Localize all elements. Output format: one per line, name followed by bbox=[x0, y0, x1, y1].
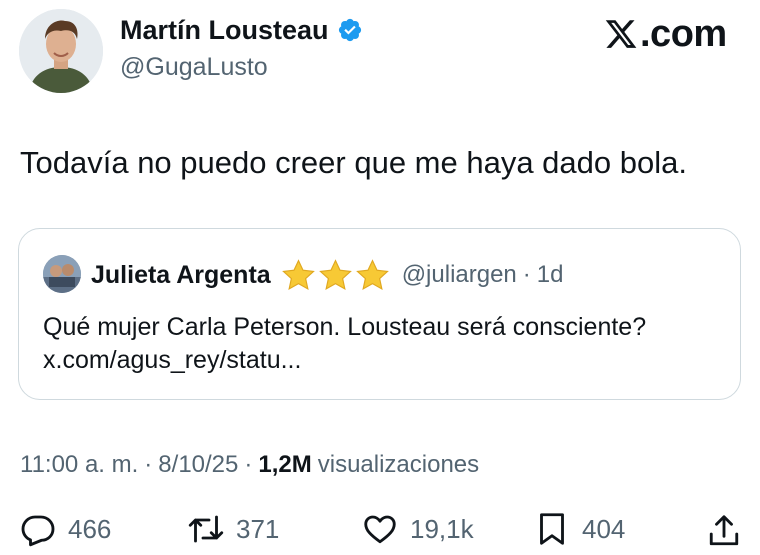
author-name-row[interactable]: Martín Lousteau bbox=[120, 14, 363, 46]
x-brand: .com bbox=[604, 12, 727, 56]
bookmark-button[interactable]: 404 bbox=[534, 511, 625, 547]
author-handle[interactable]: @GugaLusto bbox=[120, 51, 268, 83]
verified-badge-icon bbox=[338, 18, 361, 42]
separator-dot: · bbox=[144, 451, 153, 478]
reply-count: 466 bbox=[68, 513, 112, 544]
quoted-author-photo bbox=[43, 255, 81, 293]
views-label: visualizaciones bbox=[317, 451, 480, 478]
heart-icon bbox=[364, 515, 396, 544]
tweet-text: Todavía no puedo creer que me haya dado … bbox=[20, 145, 687, 180]
bookmark-icon bbox=[540, 513, 564, 545]
reply-button[interactable]: 466 bbox=[20, 511, 111, 547]
post-date[interactable]: 8/10/25 bbox=[158, 449, 238, 481]
quoted-post-text: Qué mujer Carla Peterson. Lousteau será … bbox=[43, 313, 647, 374]
separator-dot: · bbox=[522, 261, 531, 288]
star-icon bbox=[281, 258, 315, 290]
star-icon bbox=[318, 258, 352, 290]
quoted-author-handle[interactable]: @juliargen bbox=[402, 261, 517, 289]
star-emojis bbox=[281, 258, 390, 293]
action-bar: 466 371 19,1k 404 bbox=[0, 505, 760, 555]
repost-icon bbox=[188, 515, 224, 543]
star-icon bbox=[355, 258, 389, 290]
post-meta: 11:00 a. m. · 8/10/25 · 1,2M visualizaci… bbox=[20, 449, 479, 481]
bookmark-count: 404 bbox=[582, 513, 626, 544]
author-name[interactable]: Martín Lousteau bbox=[120, 14, 329, 46]
quoted-post-header: Julieta Argenta @juliargen · 1d bbox=[91, 255, 563, 295]
repost-count: 371 bbox=[236, 513, 280, 544]
author-avatar[interactable] bbox=[19, 9, 103, 93]
post-time[interactable]: 11:00 a. m. bbox=[20, 449, 138, 481]
share-icon[interactable] bbox=[706, 513, 742, 549]
views-count: 1,2M bbox=[258, 451, 312, 478]
author-photo bbox=[19, 9, 103, 93]
reply-icon bbox=[21, 515, 55, 547]
repost-button[interactable]: 371 bbox=[188, 511, 279, 547]
separator-dot: · bbox=[244, 451, 253, 478]
like-button[interactable]: 19,1k bbox=[362, 511, 474, 547]
quoted-author-name[interactable]: Julieta Argenta bbox=[91, 261, 271, 290]
x-logo-icon bbox=[605, 20, 637, 48]
quoted-post[interactable]: Julieta Argenta @juliargen · 1d Qué muje… bbox=[18, 228, 741, 400]
quoted-author-avatar[interactable] bbox=[43, 255, 81, 293]
quoted-post-time[interactable]: 1d bbox=[537, 261, 564, 289]
site-label: .com bbox=[640, 13, 727, 55]
like-count: 19,1k bbox=[410, 513, 474, 544]
